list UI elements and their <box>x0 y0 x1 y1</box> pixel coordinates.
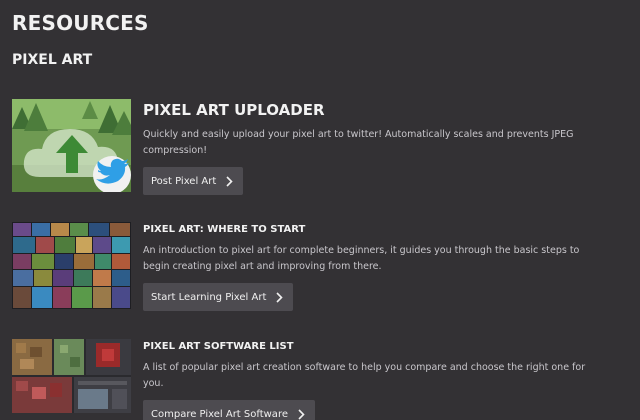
section-title: PIXEL ART <box>12 52 93 68</box>
post-pixel-art-button[interactable]: Post Pixel Art <box>143 167 244 195</box>
resources-page: RESOURCES PIXEL ART PIXEL ART UPLOADER Q… <box>0 0 640 420</box>
button-label: Post Pixel Art <box>151 175 217 187</box>
page-title: RESOURCES <box>12 11 149 35</box>
resource-card-uploader: PIXEL ART UPLOADER Quickly and easily up… <box>12 99 632 195</box>
card-description: Quickly and easily upload your pixel art… <box>143 129 574 156</box>
card-title: PIXEL ART UPLOADER <box>143 101 325 119</box>
card-description: A list of popular pixel art creation sof… <box>143 362 586 389</box>
where-to-start-thumbnail[interactable] <box>12 222 131 315</box>
start-learning-pixel-art-button[interactable]: Start Learning Pixel Art <box>143 283 294 311</box>
card-description: An introduction to pixel art for complet… <box>143 245 580 272</box>
button-label: Start Learning Pixel Art <box>151 291 267 303</box>
card-title: PIXEL ART SOFTWARE LIST <box>143 341 294 352</box>
chevron-right-icon <box>226 175 233 187</box>
chevron-right-icon <box>276 291 284 303</box>
resource-card-where-to-start: PIXEL ART: WHERE TO START An introductio… <box>12 222 632 317</box>
resource-card-software-list: PIXEL ART SOFTWARE LIST A list of popula… <box>12 339 632 420</box>
card-title: PIXEL ART: WHERE TO START <box>143 224 306 235</box>
uploader-thumbnail[interactable] <box>12 99 131 192</box>
compare-pixel-art-software-button[interactable]: Compare Pixel Art Software <box>143 400 315 420</box>
button-label: Compare Pixel Art Software <box>151 408 288 420</box>
software-list-thumbnail[interactable] <box>12 339 131 413</box>
chevron-right-icon <box>298 408 305 420</box>
